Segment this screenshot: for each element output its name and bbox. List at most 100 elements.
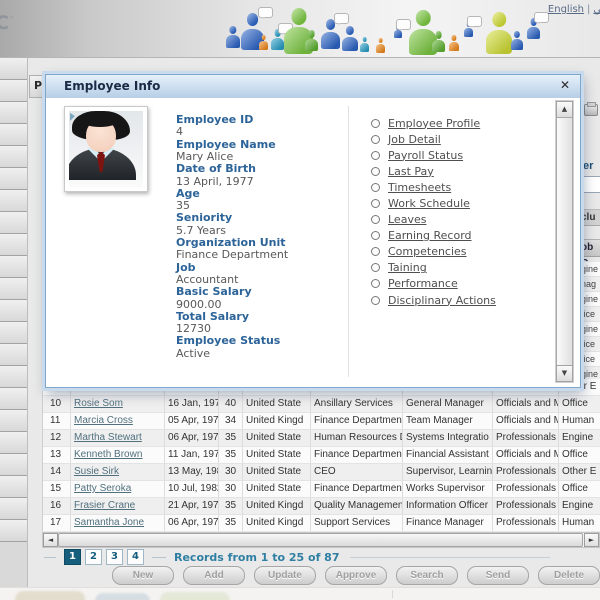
employee-name-link[interactable]: Samantha Jone xyxy=(71,515,165,531)
page-button-4[interactable]: 4 xyxy=(127,549,144,565)
bullet-icon xyxy=(371,263,380,273)
button-send[interactable]: Send xyxy=(467,566,529,585)
scroll-up-icon[interactable]: ▲ xyxy=(556,101,573,118)
sidebar-item[interactable] xyxy=(0,234,27,256)
page-button-1[interactable]: 1 xyxy=(64,549,81,565)
sidebar-item[interactable] xyxy=(0,58,27,80)
employee-link[interactable]: Earning Record xyxy=(371,228,496,244)
employee-name-link[interactable]: Kenneth Brown xyxy=(71,447,165,463)
sidebar-item[interactable] xyxy=(0,322,27,344)
cell-country: United State xyxy=(243,464,311,480)
cell-job: Supervisor, Learnin xyxy=(403,464,493,480)
employee-link[interactable]: Competencies xyxy=(371,244,496,260)
sidebar-item[interactable] xyxy=(0,146,27,168)
sidebar-item[interactable] xyxy=(0,278,27,300)
language-separator: | xyxy=(587,4,591,15)
vertical-scrollbar[interactable]: ▲ ▼ xyxy=(555,100,574,383)
button-new[interactable]: New xyxy=(112,566,174,585)
language-link-arabic[interactable]: عربي xyxy=(593,4,600,15)
watermark-blob xyxy=(15,591,85,600)
sidebar-item[interactable] xyxy=(0,212,27,234)
person-head xyxy=(415,10,431,27)
employee-links: Employee Profile Job Detail Payroll Status… xyxy=(371,115,496,308)
sidebar-item[interactable] xyxy=(0,498,27,520)
filter-input-fragment[interactable] xyxy=(582,176,600,193)
sidebar-item[interactable] xyxy=(0,520,27,542)
bullet-icon xyxy=(371,118,380,128)
scroll-left-icon[interactable]: ◄ xyxy=(43,533,58,547)
employee-link[interactable]: Job Detail xyxy=(371,131,496,147)
employee-name-link[interactable]: Rosie Som xyxy=(71,396,165,412)
page-button-2[interactable]: 2 xyxy=(85,549,102,565)
person-body xyxy=(305,38,318,51)
sidebar-item[interactable] xyxy=(0,102,27,124)
cell-fragment: fice xyxy=(581,352,600,367)
employee-name-link[interactable]: Martha Stewart xyxy=(71,430,165,446)
employee-link[interactable]: Leaves xyxy=(371,212,496,228)
button-add[interactable]: Add xyxy=(183,566,245,585)
person-body xyxy=(432,39,445,52)
employee-link[interactable]: Disciplinary Actions xyxy=(371,292,496,308)
person-body xyxy=(486,29,512,54)
dialog-titlebar[interactable]: Employee Info ✕ xyxy=(46,75,580,99)
horizontal-scroll-thumb[interactable] xyxy=(58,533,583,547)
bullet-icon xyxy=(371,199,380,209)
employee-link[interactable]: Timesheets xyxy=(371,179,496,195)
employee-link[interactable]: Payroll Status xyxy=(371,147,496,163)
employee-link[interactable]: Last Pay xyxy=(371,163,496,179)
button-approve[interactable]: Approve xyxy=(325,566,387,585)
button-delete[interactable]: Delete xyxy=(538,566,600,585)
sidebar-item[interactable] xyxy=(0,476,27,498)
column-divider xyxy=(348,106,349,377)
avatar-fringe xyxy=(81,113,119,127)
sidebar-item[interactable] xyxy=(0,190,27,212)
cursor-artifact-icon xyxy=(70,113,75,121)
person-body xyxy=(226,35,240,48)
sidebar-item[interactable] xyxy=(0,366,27,388)
page-buttons: 1234 xyxy=(64,549,144,565)
cell-dob: 10 Jul, 1982 xyxy=(165,481,219,497)
cell-age: 30 xyxy=(219,464,243,480)
vertical-scroll-thumb[interactable] xyxy=(556,117,573,366)
sidebar-item[interactable] xyxy=(0,256,27,278)
cell-country: United Kingd xyxy=(243,498,311,514)
cell-country: United Kingd xyxy=(243,413,311,429)
sidebar-item[interactable] xyxy=(0,454,27,476)
cell-category: Officials and M xyxy=(493,447,559,463)
sidebar-item[interactable] xyxy=(0,432,27,454)
field-label: Date of Birth xyxy=(176,162,256,176)
button-search[interactable]: Search xyxy=(396,566,458,585)
employee-name-link[interactable]: Patty Seroka xyxy=(71,481,165,497)
sidebar-item[interactable] xyxy=(0,300,27,322)
cell-field: Other E xyxy=(562,466,597,477)
language-link-english[interactable]: English xyxy=(548,4,584,15)
printer-icon[interactable] xyxy=(584,102,598,116)
sidebar-item[interactable] xyxy=(0,344,27,366)
pagination: 1234 Records from 1 to 25 of 87 xyxy=(44,549,600,565)
employee-link[interactable]: Performance xyxy=(371,276,496,292)
employee-link[interactable]: Employee Profile xyxy=(371,115,496,131)
employee-name-link[interactable]: Marcia Cross xyxy=(71,413,165,429)
sidebar-item[interactable] xyxy=(0,80,27,102)
field: Employee Name Mary Alice xyxy=(176,138,348,164)
sidebar-item[interactable] xyxy=(0,124,27,146)
sidebar-item[interactable] xyxy=(0,168,27,190)
page-button-3[interactable]: 3 xyxy=(106,549,123,565)
person-head xyxy=(229,26,237,34)
horizontal-scrollbar[interactable]: ◄ ► xyxy=(42,532,600,548)
scroll-down-icon[interactable]: ▼ xyxy=(556,365,573,382)
link-label: Payroll Status xyxy=(388,148,464,162)
speech-bubble-icon xyxy=(334,13,349,25)
sidebar-item[interactable] xyxy=(0,410,27,432)
employee-link[interactable]: Taining xyxy=(371,260,496,276)
button-update[interactable]: Update xyxy=(254,566,316,585)
employee-link[interactable]: Work Schedule xyxy=(371,195,496,211)
field-value: 4 xyxy=(176,125,183,139)
employee-name-link[interactable]: Susie Sirk xyxy=(71,464,165,480)
employee-fields: Employee ID 4 Employee Name Mary Alice Date … xyxy=(176,113,348,360)
sidebar-item[interactable] xyxy=(0,388,27,410)
employee-name-link[interactable]: Frasier Crane xyxy=(71,498,165,514)
scroll-right-icon[interactable]: ► xyxy=(584,533,599,547)
person-figure xyxy=(342,26,358,51)
close-icon[interactable]: ✕ xyxy=(560,78,570,92)
